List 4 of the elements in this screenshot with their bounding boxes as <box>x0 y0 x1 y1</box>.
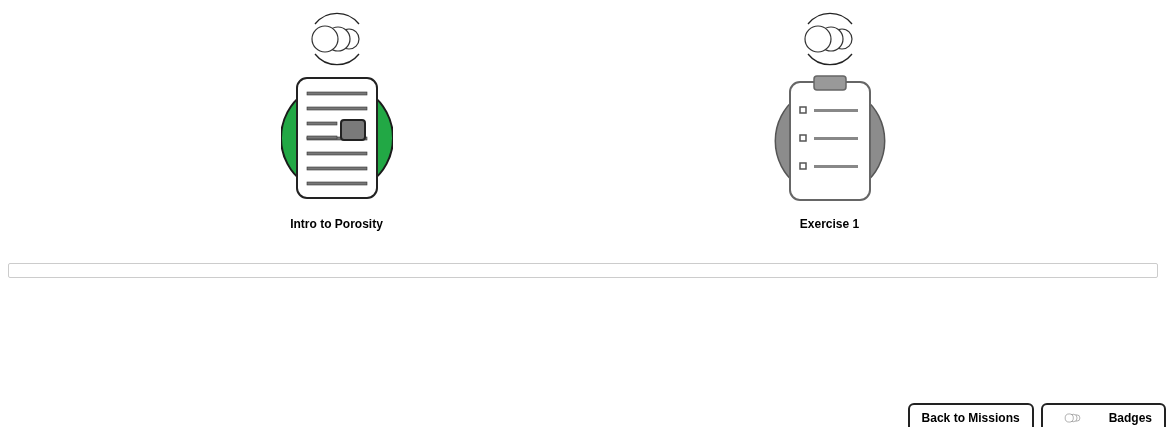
mission-title[interactable]: Intro to Porosity <box>290 215 383 233</box>
badges-button[interactable]: Badges <box>1040 403 1166 427</box>
mission-title[interactable]: Exercise 1 <box>799 215 860 233</box>
back-button[interactable]: Back to Missions <box>907 403 1034 427</box>
